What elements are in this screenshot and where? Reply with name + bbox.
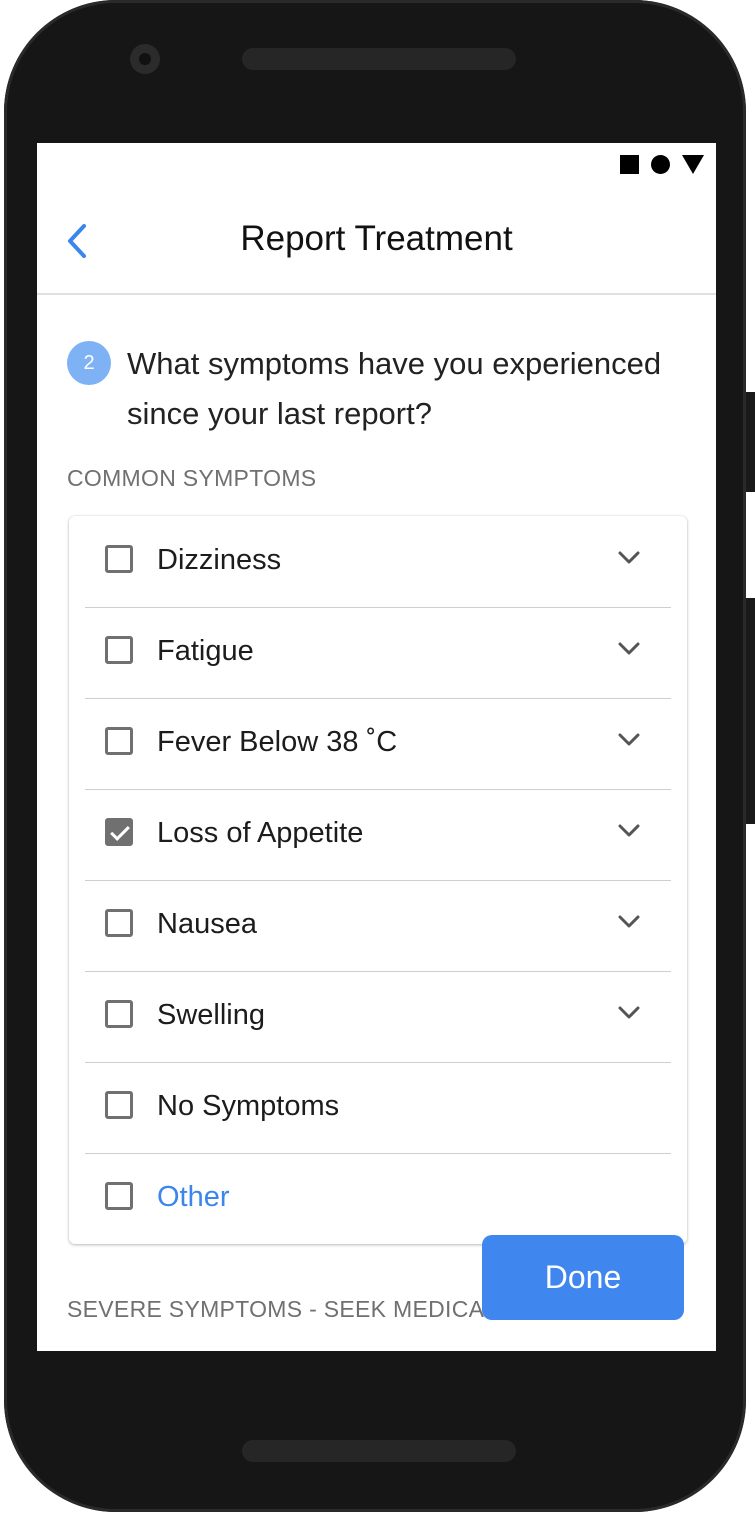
symptom-row-loss-of-appetite[interactable]: Loss of Appetite bbox=[85, 789, 671, 881]
step-badge: 2 bbox=[67, 341, 111, 385]
symptom-row-other[interactable]: Other bbox=[85, 1153, 671, 1244]
other-link[interactable]: Other bbox=[157, 1181, 230, 1214]
severe-symptoms-label: SEVERE SYMPTOMS - SEEK MEDICA bbox=[67, 1296, 485, 1322]
checkbox[interactable] bbox=[105, 1000, 133, 1028]
question-text: What symptoms have you experienced since… bbox=[127, 346, 662, 431]
done-button[interactable]: Done bbox=[482, 1235, 684, 1320]
symptom-row-nausea[interactable]: Nausea bbox=[85, 880, 671, 972]
symptom-row-dizziness[interactable]: Dizziness bbox=[85, 516, 671, 608]
checkbox[interactable] bbox=[105, 909, 133, 937]
chevron-down-icon[interactable] bbox=[617, 823, 641, 839]
checkbox[interactable] bbox=[105, 545, 133, 573]
symptom-label: No Symptoms bbox=[157, 1090, 340, 1122]
circle-icon bbox=[651, 155, 670, 174]
bottom-speaker bbox=[242, 1440, 516, 1462]
chevron-down-icon[interactable] bbox=[617, 1005, 641, 1021]
symptom-row-no-symptoms[interactable]: No Symptoms bbox=[85, 1062, 671, 1154]
checkbox[interactable] bbox=[105, 1182, 133, 1210]
symptom-row-fatigue[interactable]: Fatigue bbox=[85, 607, 671, 699]
volume-button bbox=[746, 598, 755, 824]
common-symptoms-label: COMMON SYMPTOMS bbox=[67, 465, 317, 491]
screen: Report Treatment 2 What symptoms have yo… bbox=[37, 143, 716, 1351]
symptom-label: Nausea bbox=[157, 908, 257, 940]
symptom-row-fever[interactable]: Fever Below 38 ˚C bbox=[85, 698, 671, 790]
earpiece-speaker bbox=[242, 48, 516, 70]
power-button bbox=[746, 392, 755, 492]
triangle-down-icon bbox=[682, 155, 704, 174]
symptom-row-swelling[interactable]: Swelling bbox=[85, 971, 671, 1063]
chevron-down-icon[interactable] bbox=[617, 550, 641, 566]
symptom-label: Swelling bbox=[157, 999, 265, 1031]
checkbox[interactable] bbox=[105, 1091, 133, 1119]
checkbox-checked[interactable] bbox=[105, 818, 133, 846]
symptom-label: Dizziness bbox=[157, 544, 282, 576]
status-bar bbox=[37, 143, 716, 187]
chevron-down-icon[interactable] bbox=[617, 732, 641, 748]
page-title: Report Treatment bbox=[240, 219, 513, 258]
symptoms-card: Dizziness Fatigue Fever Below 38 ˚C Loss… bbox=[69, 516, 687, 1244]
front-camera bbox=[130, 44, 160, 74]
checkbox[interactable] bbox=[105, 727, 133, 755]
symptom-label: Fatigue bbox=[157, 635, 254, 667]
symptom-label: Fever Below 38 ˚C bbox=[157, 726, 398, 758]
symptom-label: Loss of Appetite bbox=[157, 817, 364, 849]
app-bar: Report Treatment bbox=[37, 187, 716, 295]
chevron-down-icon[interactable] bbox=[617, 641, 641, 657]
checkbox[interactable] bbox=[105, 636, 133, 664]
square-icon bbox=[620, 155, 639, 174]
chevron-down-icon[interactable] bbox=[617, 914, 641, 930]
